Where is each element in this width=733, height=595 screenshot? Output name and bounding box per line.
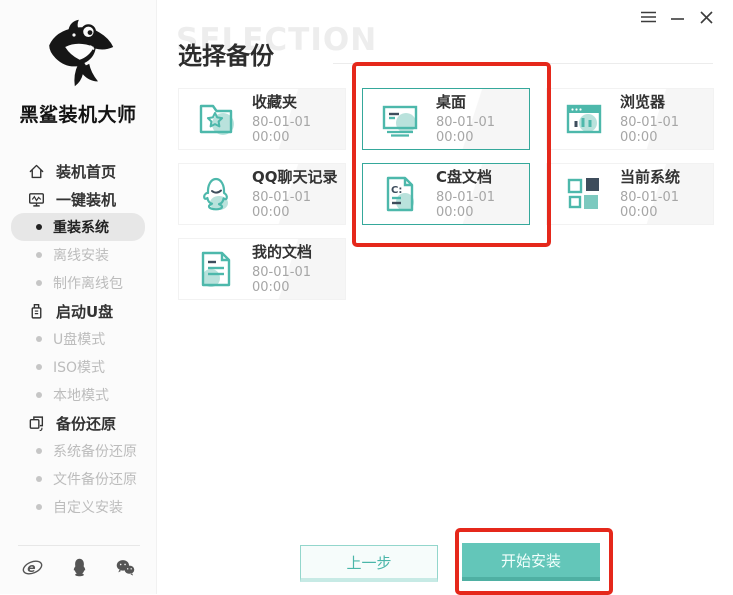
window-controls [640, 9, 714, 25]
sidebar-item-label: 制作离线包 [53, 276, 123, 292]
desktop-icon [382, 105, 418, 137]
sidebar-item-file-backup-restore[interactable]: 文件备份还原 [0, 465, 156, 493]
card-title: QQ聊天记录 [252, 168, 338, 186]
bullet-icon [36, 448, 42, 454]
sidebar-item-reinstall[interactable]: 重装系统 [11, 213, 145, 241]
sidebar-item-label: ISO模式 [53, 360, 106, 376]
sidebar-footer: e [18, 545, 140, 588]
card-favorites[interactable]: 收藏夹 80-01-01 00:00 [178, 88, 346, 150]
sidebar-item-custom-install[interactable]: 自定义安装 [0, 493, 156, 521]
sidebar-item-boot-usb[interactable]: 启动U盘 [0, 297, 156, 325]
card-current-system[interactable]: 当前系统 80-01-01 00:00 [546, 163, 714, 225]
sidebar-item-usb-mode[interactable]: U盘模式 [0, 325, 156, 353]
favorites-icon [199, 104, 234, 135]
bullet-icon [36, 364, 42, 370]
card-my-docs[interactable]: 我的文档 80-01-01 00:00 [178, 238, 346, 300]
card-title: 我的文档 [252, 243, 313, 261]
svg-text:C:: C: [391, 185, 402, 196]
sidebar-item-label: 装机首页 [56, 162, 117, 181]
app-window: 黑鲨装机大师 装机首页 一键装机 重装系统 离线安装 制作离线包 启动U盘 U盘… [0, 0, 733, 595]
logo: 黑鲨装机大师 [0, 0, 156, 127]
sidebar-item-one-key[interactable]: 一键装机 [0, 185, 156, 213]
bullet-icon [36, 504, 42, 510]
card-date: 80-01-01 00:00 [252, 115, 312, 145]
sidebar-item-label: U盘模式 [53, 332, 106, 348]
my-docs-icon [201, 251, 231, 287]
card-title: 桌面 [436, 93, 467, 111]
card-date: 80-01-01 00:00 [620, 190, 680, 220]
card-date: 80-01-01 00:00 [436, 115, 496, 145]
sidebar-item-label: 系统备份还原 [53, 444, 137, 460]
sidebar-item-home[interactable]: 装机首页 [0, 157, 156, 185]
one-key-icon [29, 192, 44, 207]
sidebar-item-label: 本地模式 [53, 388, 109, 404]
current-system-icon [567, 178, 599, 209]
card-title: 浏览器 [620, 93, 666, 111]
card-desktop[interactable]: 桌面 80-01-01 00:00 [362, 88, 530, 150]
page-title: 选择备份 [178, 42, 274, 70]
sidebar-menu: 装机首页 一键装机 重装系统 离线安装 制作离线包 启动U盘 U盘模式 ISO模… [0, 157, 156, 521]
wechat-icon[interactable] [115, 557, 136, 578]
minimize-icon[interactable] [669, 9, 685, 25]
bullet-icon [36, 280, 42, 286]
svg-text:e: e [27, 561, 35, 575]
sidebar-item-label: 自定义安装 [53, 500, 123, 516]
sidebar-item-label: 备份还原 [56, 414, 117, 433]
c-drive-doc-icon: C: [386, 176, 414, 212]
card-date: 80-01-01 00:00 [436, 190, 496, 220]
qq-chat-icon [203, 177, 228, 211]
sidebar-item-label: 离线安装 [53, 248, 109, 264]
browser-icon [566, 104, 602, 134]
sidebar-item-make-offline-pkg[interactable]: 制作离线包 [0, 269, 156, 297]
sidebar-item-iso-mode[interactable]: ISO模式 [0, 353, 156, 381]
menu-hamburger-icon[interactable] [640, 9, 656, 25]
close-icon[interactable] [698, 9, 714, 25]
sidebar-item-label: 一键装机 [56, 190, 117, 209]
bullet-icon [36, 252, 42, 258]
usb-icon [31, 303, 42, 319]
card-date: 80-01-01 00:00 [252, 265, 312, 295]
card-qq-chat[interactable]: QQ聊天记录 80-01-01 00:00 [178, 163, 346, 225]
card-title: 当前系统 [620, 168, 681, 186]
card-c-drive-docs[interactable]: C: C盘文档 80-01-01 00:00 [362, 163, 530, 225]
title-divider [333, 63, 713, 64]
restore-icon [29, 415, 44, 431]
sidebar-item-offline-install[interactable]: 离线安装 [0, 241, 156, 269]
start-install-button[interactable]: 开始安装 [462, 543, 600, 581]
sidebar-item-local-mode[interactable]: 本地模式 [0, 381, 156, 409]
bullet-icon [36, 392, 42, 398]
home-icon [29, 164, 44, 178]
prev-step-button[interactable]: 上一步 [300, 545, 438, 582]
card-title: 收藏夹 [252, 93, 298, 111]
qq-icon[interactable] [69, 557, 90, 578]
brand-title: 黑鲨装机大师 [19, 104, 137, 126]
card-date: 80-01-01 00:00 [252, 190, 312, 220]
bullet-icon [36, 336, 42, 342]
ie-icon[interactable]: e [22, 557, 43, 578]
bullet-icon [36, 476, 42, 482]
card-title: C盘文档 [436, 168, 493, 186]
sidebar-item-backup-restore[interactable]: 备份还原 [0, 409, 156, 437]
card-date: 80-01-01 00:00 [620, 115, 680, 145]
shark-logo-icon [49, 19, 114, 87]
bullet-icon [36, 224, 42, 230]
sidebar-item-system-backup-restore[interactable]: 系统备份还原 [0, 437, 156, 465]
card-browser[interactable]: 浏览器 80-01-01 00:00 [546, 88, 714, 150]
sidebar-item-label: 重装系统 [53, 220, 109, 236]
backup-cards-grid: 收藏夹 80-01-01 00:00 桌面 80-01-01 00:00 浏览器… [178, 88, 714, 300]
sidebar-item-label: 启动U盘 [56, 302, 114, 321]
sidebar: 黑鲨装机大师 装机首页 一键装机 重装系统 离线安装 制作离线包 启动U盘 U盘… [0, 0, 157, 594]
sidebar-item-label: 文件备份还原 [53, 472, 137, 488]
